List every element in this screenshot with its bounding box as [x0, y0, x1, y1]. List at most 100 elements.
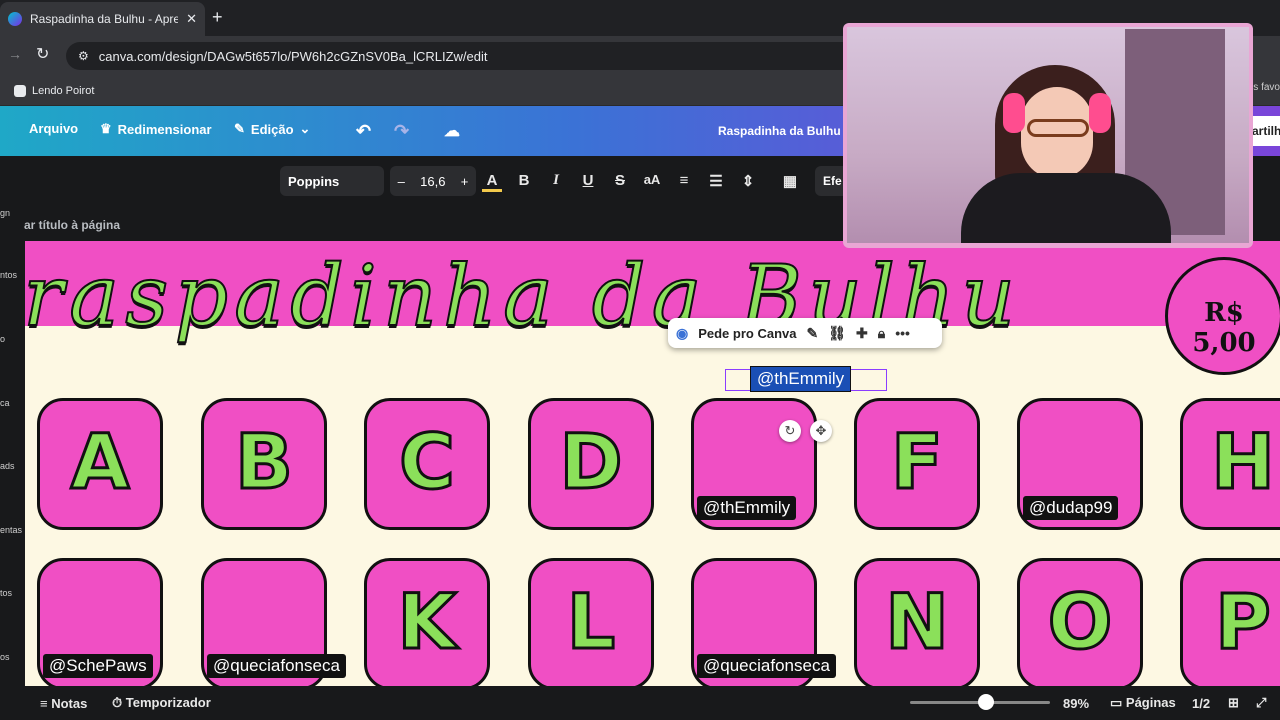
- rail-item-ferramentas[interactable]: entas: [0, 525, 22, 535]
- scratch-card[interactable]: O: [1017, 558, 1143, 686]
- magic-edit-icon[interactable]: ✎: [806, 325, 818, 342]
- rail-item-projetos[interactable]: tos: [0, 588, 12, 598]
- lock-icon[interactable]: 🔒︎: [878, 325, 885, 342]
- rail-item-apps[interactable]: os: [0, 652, 10, 662]
- link-icon[interactable]: ⛓: [828, 325, 846, 342]
- card-letter: A: [69, 416, 131, 508]
- list-icon[interactable]: ☰: [706, 172, 726, 190]
- rail-item-uploads[interactable]: ads: [0, 461, 15, 471]
- scratch-card[interactable]: N: [854, 558, 980, 686]
- browser-tab[interactable]: Raspadinha da Bulhu - Apresent ✕: [0, 2, 205, 36]
- fullscreen-icon[interactable]: ⤢: [1256, 695, 1266, 711]
- price-badge[interactable]: R$ 5,00: [1165, 257, 1280, 375]
- address-bar[interactable]: ⚙ canva.com/design/DAGw5t657lo/PW6h2cGZn…: [66, 42, 856, 70]
- spacing-icon[interactable]: ⇕: [738, 172, 758, 190]
- webcam-overlay: [843, 23, 1253, 248]
- close-tab-icon[interactable]: ✕: [186, 11, 197, 27]
- scratch-card[interactable]: P: [1180, 558, 1280, 686]
- page-count[interactable]: 1/2: [1192, 696, 1210, 711]
- card-username-tag[interactable]: @thEmmily: [697, 496, 797, 520]
- card-username-tag[interactable]: @queciafonseca: [697, 654, 836, 678]
- design-title[interactable]: Raspadinha da Bulhu: [718, 124, 841, 138]
- card-letter: O: [1046, 576, 1114, 668]
- new-tab-icon[interactable]: +: [212, 8, 223, 26]
- rail-item-marca[interactable]: ca: [0, 398, 10, 408]
- notes-button[interactable]: ≡ Notas: [40, 696, 87, 711]
- font-size-stepper[interactable]: – 16,6 +: [390, 166, 476, 196]
- notes-icon: ≡: [40, 695, 52, 711]
- move-handle-icon[interactable]: ✥: [810, 420, 832, 442]
- url-text: canva.com/design/DAGw5t657lo/PW6h2cGZnSV…: [98, 48, 488, 64]
- scratch-card[interactable]: K: [364, 558, 490, 686]
- align-icon[interactable]: ≡: [674, 172, 694, 189]
- streamer-glasses: [1027, 119, 1089, 137]
- headset-left: [1003, 93, 1025, 133]
- font-select[interactable]: Poppins: [280, 166, 384, 196]
- pages-icon: ▭: [1110, 695, 1126, 710]
- canva-favicon-icon: [8, 12, 22, 26]
- element-context-menu: ◉ Pede pro Canva ✎ ⛓ ✚ 🔒︎ •••: [668, 318, 942, 348]
- card-username-tag[interactable]: @dudap99: [1023, 496, 1119, 520]
- edit-mode-button[interactable]: ✎ Edição ⌄: [234, 121, 310, 137]
- scratch-card[interactable]: B: [201, 398, 327, 530]
- canva-ai-icon: ◉: [676, 324, 689, 341]
- resize-button[interactable]: ♛ Redimensionar: [100, 121, 212, 137]
- scratch-card[interactable]: D: [528, 398, 654, 530]
- selected-text[interactable]: @thEmmily: [750, 366, 852, 392]
- card-letter: P: [1214, 576, 1273, 668]
- comment-add-icon[interactable]: ✚: [856, 325, 868, 342]
- scratch-card[interactable]: F: [854, 398, 980, 530]
- bookmark-lendo-poirot[interactable]: Lendo Poirot: [32, 85, 94, 97]
- card-letter: C: [398, 416, 457, 508]
- streamer-body: [961, 173, 1171, 243]
- scratch-card[interactable]: C: [364, 398, 490, 530]
- cloud-saved-icon[interactable]: ☁: [444, 121, 460, 141]
- headset-right: [1089, 93, 1111, 133]
- underline-icon[interactable]: U: [578, 172, 598, 189]
- size-minus-button[interactable]: –: [398, 174, 405, 189]
- timer-button[interactable]: ⏱ Temporizador: [112, 695, 211, 711]
- rail-item-texto[interactable]: o: [0, 334, 5, 344]
- rotate-handle-icon[interactable]: ↻: [779, 420, 801, 442]
- bookmark-favicon-icon: [14, 84, 26, 97]
- size-plus-button[interactable]: +: [461, 174, 469, 189]
- strikethrough-icon[interactable]: S: [610, 172, 630, 189]
- card-letter: N: [884, 576, 951, 668]
- case-icon[interactable]: aA: [642, 172, 662, 187]
- card-letter: K: [396, 576, 458, 668]
- card-username-tag[interactable]: @queciafonseca: [207, 654, 346, 678]
- scratch-card[interactable]: A: [37, 398, 163, 530]
- zoom-slider-knob[interactable]: [978, 694, 994, 710]
- chevron-down-icon: ⌄: [299, 121, 311, 136]
- rail-item-elementos[interactable]: ntos: [0, 270, 17, 280]
- text-color-icon[interactable]: A: [482, 172, 502, 192]
- tab-title: Raspadinha da Bulhu - Apresent: [30, 12, 179, 26]
- redo-icon[interactable]: ↷: [394, 121, 409, 142]
- italic-icon[interactable]: I: [546, 172, 566, 189]
- pages-button[interactable]: ▭ Páginas: [1110, 695, 1176, 711]
- rail-item-design[interactable]: gn: [0, 208, 10, 218]
- size-value[interactable]: 16,6: [420, 174, 445, 189]
- reload-icon[interactable]: ↻: [36, 44, 49, 64]
- left-rail: [0, 156, 24, 686]
- zoom-value[interactable]: 89%: [1063, 696, 1089, 711]
- transparency-icon[interactable]: ▦: [780, 172, 800, 190]
- scratch-card[interactable]: H: [1180, 398, 1280, 530]
- more-icon[interactable]: •••: [895, 325, 910, 341]
- ask-canva-button[interactable]: Pede pro Canva: [698, 326, 796, 341]
- scratch-card[interactable]: L: [528, 558, 654, 686]
- timer-icon: ⏱: [112, 695, 126, 710]
- site-info-icon[interactable]: ⚙: [78, 49, 89, 63]
- forward-icon[interactable]: →: [8, 46, 22, 62]
- card-letter: D: [558, 416, 624, 508]
- undo-icon[interactable]: ↶: [356, 121, 371, 142]
- card-letter: F: [890, 416, 945, 508]
- grid-view-icon[interactable]: ⊞: [1228, 695, 1239, 711]
- add-page-title[interactable]: ar título à página: [24, 218, 120, 232]
- bold-icon[interactable]: B: [514, 172, 534, 189]
- card-letter: L: [565, 576, 616, 668]
- bottom-bar: ≡ Notas ⏱ Temporizador 89% ▭ Páginas 1/2…: [0, 686, 1280, 720]
- menu-arquivo[interactable]: Arquivo: [29, 121, 78, 136]
- design-canvas[interactable]: raspadinha da Bulhu R$ 5,00 A B C D @thEmmil…: [25, 241, 1280, 686]
- card-username-tag[interactable]: @SchePaws: [43, 654, 153, 678]
